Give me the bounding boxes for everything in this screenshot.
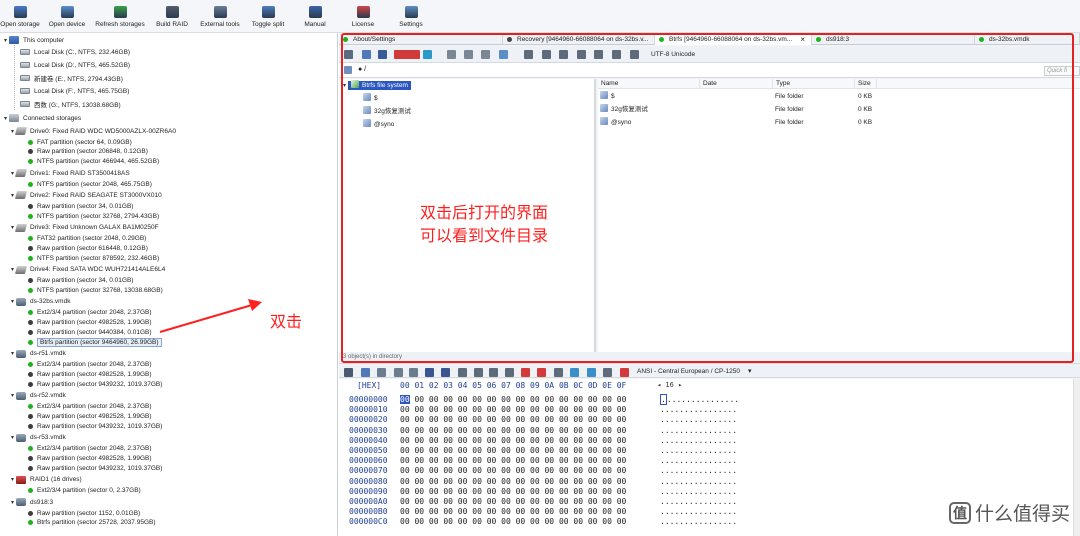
annotation-arrow: [159, 299, 262, 333]
watermark: 值 什么值得买: [948, 499, 1070, 526]
watermark-logo: 值: [948, 501, 971, 524]
